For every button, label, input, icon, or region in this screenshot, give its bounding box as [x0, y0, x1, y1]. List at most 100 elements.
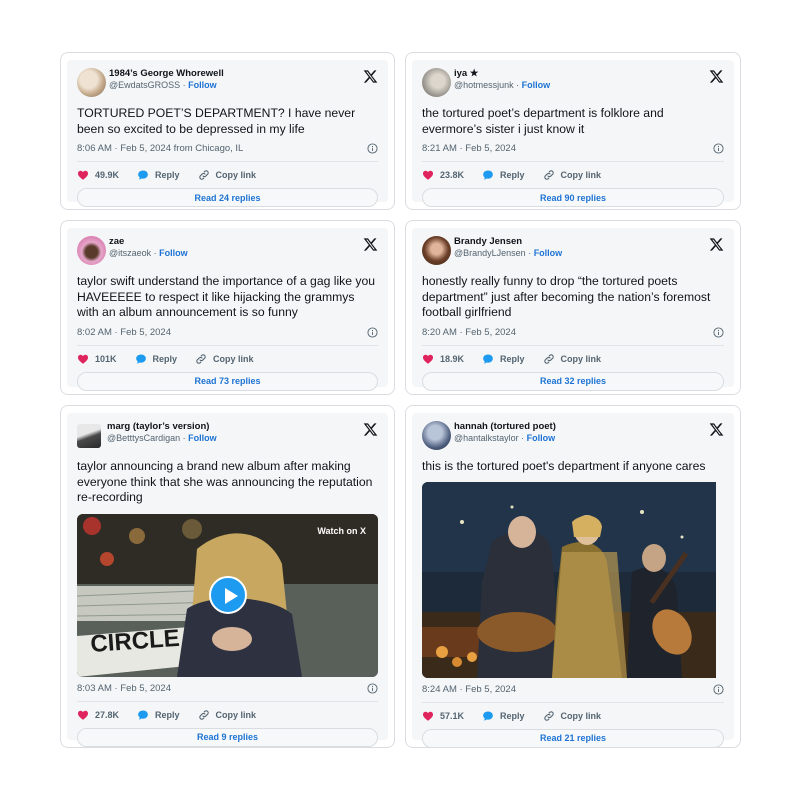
tweet-actions: 18.9K Reply Copy link: [422, 349, 724, 369]
timestamp[interactable]: 8:21 AM · Feb 5, 2024: [422, 143, 516, 154]
x-logo-icon[interactable]: [709, 237, 724, 252]
handle[interactable]: @BetttysCardigan: [107, 433, 180, 443]
tweet-text: TORTURED POET’S DEPARTMENT? I have never…: [77, 106, 356, 136]
link-icon: [195, 353, 207, 365]
tweet-text: this is the tortured poet's department i…: [422, 459, 706, 473]
reply-bubble-icon: [135, 353, 147, 365]
display-name[interactable]: Brandy Jensen: [454, 236, 709, 248]
handle[interactable]: @BrandyLJensen: [454, 248, 526, 258]
follow-link[interactable]: Follow: [188, 80, 217, 90]
like-button[interactable]: 101K: [77, 353, 117, 365]
reply-button[interactable]: Reply: [482, 169, 525, 181]
follow-link[interactable]: Follow: [159, 248, 188, 258]
tweet-text: taylor swift understand the importance o…: [77, 274, 376, 319]
read-replies-button[interactable]: Read 32 replies: [422, 371, 724, 391]
tweet-photo[interactable]: [422, 481, 724, 678]
copy-link-button[interactable]: Copy link: [543, 353, 601, 365]
like-button[interactable]: 18.9K: [422, 353, 464, 365]
tweet-card[interactable]: 1984’s George Whorewell @EwdatsGROSS · F…: [60, 52, 395, 210]
handle[interactable]: @hantalkstaylor: [454, 433, 519, 443]
x-logo-icon[interactable]: [709, 69, 724, 84]
display-name[interactable]: hannah (tortured poet): [454, 421, 709, 433]
avatar[interactable]: [422, 236, 451, 265]
x-logo-icon[interactable]: [363, 422, 378, 437]
reply-button[interactable]: Reply: [482, 353, 525, 365]
reply-button[interactable]: Reply: [135, 353, 178, 365]
avatar[interactable]: [422, 421, 451, 450]
play-icon[interactable]: [208, 576, 247, 614]
copy-link-button[interactable]: Copy link: [198, 709, 257, 721]
reply-button[interactable]: Reply: [137, 169, 180, 181]
heart-icon: [422, 169, 434, 181]
display-name[interactable]: zae: [109, 236, 363, 248]
timestamp[interactable]: 8:20 AM · Feb 5, 2024: [422, 327, 516, 338]
info-icon[interactable]: [713, 684, 724, 695]
tweet-meta: 8:20 AM · Feb 5, 2024: [422, 326, 724, 346]
reply-button[interactable]: Reply: [482, 710, 525, 722]
info-icon[interactable]: [713, 143, 724, 154]
copy-link-button[interactable]: Copy link: [198, 169, 256, 181]
tweet-meta: 8:02 AM · Feb 5, 2024: [77, 326, 378, 346]
handle[interactable]: @hotmessjunk: [454, 80, 514, 90]
like-button[interactable]: 23.8K: [422, 169, 464, 181]
tweet-card[interactable]: iya ★ @hotmessjunk · Follow the tortured…: [405, 52, 741, 210]
copy-link-label: Copy link: [560, 170, 602, 180]
tweet-embed: marg (taylor’s version) @BetttysCardigan…: [67, 413, 388, 747]
tweet-card[interactable]: zae @itszaeok · Follow taylor swift unde…: [60, 220, 395, 395]
avatar[interactable]: [77, 236, 106, 265]
heart-icon: [422, 353, 434, 365]
read-replies-button[interactable]: Read 90 replies: [422, 188, 724, 207]
video-player[interactable]: CIRCLE Watch on X: [77, 513, 378, 677]
like-button[interactable]: 57.1K: [422, 710, 464, 722]
handle[interactable]: @EwdatsGROSS: [109, 80, 180, 90]
info-icon[interactable]: [367, 683, 378, 694]
tweet-card[interactable]: hannah (tortured poet) @hantalkstaylor ·…: [405, 405, 741, 748]
info-icon[interactable]: [367, 143, 378, 154]
like-button[interactable]: 49.9K: [77, 169, 119, 181]
display-name[interactable]: iya ★: [454, 68, 709, 80]
tweet-actions: 27.8K Reply Copy link: [77, 705, 378, 725]
read-replies-button[interactable]: Read 24 replies: [77, 188, 378, 207]
avatar[interactable]: [422, 68, 451, 97]
avatar[interactable]: [77, 424, 101, 448]
reply-label: Reply: [155, 709, 180, 720]
info-icon[interactable]: [367, 327, 378, 338]
tweet-card[interactable]: marg (taylor’s version) @BetttysCardigan…: [60, 405, 395, 748]
like-count: 18.9K: [440, 353, 465, 364]
link-icon: [543, 169, 555, 181]
copy-link-button[interactable]: Copy link: [195, 353, 254, 365]
x-logo-icon[interactable]: [363, 69, 378, 84]
tweet-actions: 101K Reply Copy link: [77, 349, 378, 369]
follow-link[interactable]: Follow: [534, 248, 563, 258]
handle[interactable]: @itszaeok: [109, 248, 151, 258]
info-icon[interactable]: [713, 327, 724, 338]
tweet-header: iya ★ @hotmessjunk · Follow: [422, 68, 724, 98]
tweet-actions: 49.9K Reply Copy link: [77, 165, 378, 185]
reply-label: Reply: [152, 353, 178, 364]
follow-link[interactable]: Follow: [522, 80, 551, 90]
watch-on-x-link[interactable]: Watch on X: [317, 526, 366, 536]
display-name[interactable]: 1984’s George Whorewell: [109, 68, 363, 80]
read-replies-button[interactable]: Read 21 replies: [422, 728, 724, 748]
copy-link-label: Copy link: [215, 709, 257, 720]
reply-button[interactable]: Reply: [137, 709, 180, 721]
follow-link[interactable]: Follow: [188, 433, 217, 443]
timestamp[interactable]: 8:24 AM · Feb 5, 2024: [422, 684, 516, 695]
copy-link-button[interactable]: Copy link: [543, 710, 601, 722]
timestamp[interactable]: 8:06 AM · Feb 5, 2024 from Chicago, IL: [77, 143, 243, 154]
display-name[interactable]: marg (taylor’s version): [107, 421, 363, 433]
timestamp[interactable]: 8:02 AM · Feb 5, 2024: [77, 327, 171, 338]
avatar[interactable]: [77, 68, 106, 97]
reply-bubble-icon: [482, 353, 494, 365]
copy-link-button[interactable]: Copy link: [543, 169, 602, 181]
x-logo-icon[interactable]: [709, 422, 724, 437]
x-logo-icon[interactable]: [363, 237, 378, 252]
read-replies-button[interactable]: Read 73 replies: [77, 371, 378, 391]
timestamp[interactable]: 8:03 AM · Feb 5, 2024: [77, 683, 171, 694]
concert-photo: [422, 481, 716, 678]
link-icon: [543, 353, 555, 365]
read-replies-button[interactable]: Read 9 replies: [77, 727, 378, 747]
tweet-card[interactable]: Brandy Jensen @BrandyLJensen · Follow ho…: [405, 220, 741, 395]
follow-link[interactable]: Follow: [527, 433, 556, 443]
like-button[interactable]: 27.8K: [77, 709, 119, 721]
